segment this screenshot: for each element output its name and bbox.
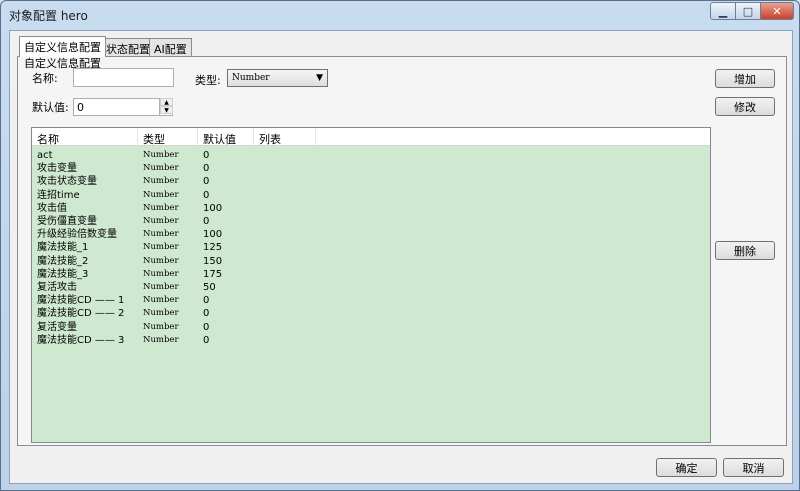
list-item[interactable]: 魔法技能CD —— 2 Number 0 [32,307,710,320]
close-icon[interactable]: ✕ [760,2,794,20]
cell-type: Number [143,268,179,279]
cell-name: act [37,150,53,161]
cell-default: 125 [203,242,223,254]
cell-default: 150 [203,255,223,267]
cell-type: Number [143,216,179,226]
cell-default: 0 [203,163,210,175]
list-item[interactable]: 攻击值 Number 100 [32,202,710,215]
cell-default: 100 [203,229,223,241]
spin-down-icon[interactable]: ▼ [160,106,173,114]
list-item[interactable]: 连招time Number 0 [32,189,710,202]
cell-type: Number [143,176,179,187]
maximize-icon[interactable]: □ [735,2,761,20]
tab-custom-info[interactable]: 自定义信息配置 [19,36,106,57]
default-value-spinner[interactable]: ▲ ▼ [159,98,173,115]
cell-type: Number [143,334,179,345]
cell-name: 魔法技能_1 [37,242,89,254]
cell-default: 0 [203,216,210,227]
type-label: 类型: [195,74,221,87]
cell-default: 0 [203,189,210,201]
cell-type: Number [143,255,179,266]
cell-default: 0 [203,150,210,161]
type-select[interactable]: Number ▼ [227,69,328,87]
dialog-client-area: 自定义信息配置 状态配置 AI配置 自定义信息配置 名称: 类型: Number… [9,30,793,484]
cell-default: 0 [203,334,210,346]
list-item[interactable]: 复活攻击 Number 50 [32,281,710,294]
cell-default: 100 [203,202,223,214]
column-header-list[interactable]: 列表 [254,128,316,146]
tab-ai[interactable]: AI配置 [149,38,192,56]
column-header-type[interactable]: 类型 [138,128,198,146]
list-item[interactable]: 攻击状态变量 Number 0 [32,175,710,188]
cell-name: 复活攻击 [37,282,77,293]
add-button[interactable]: 增加 [715,69,775,88]
tab-state[interactable]: 状态配置 [101,38,155,56]
variables-list[interactable]: 名称 类型 默认值 列表 act Number 0 攻击变量 Number 0 攻击状态变量… [31,127,711,443]
modify-button[interactable]: 修改 [715,97,775,116]
cell-name: 连招time [37,189,80,201]
cell-default: 50 [203,282,216,293]
list-item[interactable]: 复活变量 Number 0 [32,321,710,334]
column-header-default[interactable]: 默认值 [198,128,254,146]
list-item[interactable]: 攻击变量 Number 0 [32,162,710,175]
name-input[interactable] [73,68,174,87]
type-select-value: Number [232,73,270,83]
cell-name: 攻击值 [37,202,67,214]
ok-button[interactable]: 确定 [656,458,717,477]
cell-name: 魔法技能_2 [37,255,89,267]
list-item[interactable]: 升级经验倍数变量 Number 100 [32,228,710,241]
cell-name: 受伤僵直变量 [37,216,97,227]
cell-name: 攻击变量 [37,163,77,175]
cell-default: 0 [203,176,210,188]
cell-name: 升级经验倍数变量 [37,229,117,241]
cell-type: Number [143,282,179,292]
cell-default: 0 [203,295,210,307]
list-item[interactable]: act Number 0 [32,149,710,162]
list-item[interactable]: 魔法技能_1 Number 125 [32,241,710,254]
cell-name: 魔法技能CD —— 1 [37,295,125,307]
window-title: 对象配置 hero [9,9,88,23]
title-bar[interactable]: 对象配置 hero ▁ □ ✕ [1,1,799,29]
default-value-input[interactable] [73,98,173,116]
cell-name: 攻击状态变量 [37,176,97,188]
spin-up-icon[interactable]: ▲ [160,98,173,106]
cell-type: Number [143,242,179,253]
cell-type: Number [143,163,179,174]
cell-default: 0 [203,321,210,333]
config-dialog-window: 对象配置 hero ▁ □ ✕ 自定义信息配置 状态配置 AI配置 自定义信息配… [0,0,800,491]
name-label: 名称: [32,72,58,85]
minimize-icon[interactable]: ▁ [710,2,736,20]
cell-type: Number [143,321,179,332]
cell-name: 魔法技能_3 [37,268,89,280]
list-item[interactable]: 受伤僵直变量 Number 0 [32,215,710,228]
cell-name: 魔法技能CD —— 3 [37,334,125,346]
list-item[interactable]: 魔法技能_2 Number 150 [32,255,710,268]
cell-default: 0 [203,308,210,320]
column-header-name[interactable]: 名称 [32,128,138,146]
list-header: 名称 类型 默认值 列表 [32,128,710,146]
cancel-button[interactable]: 取消 [723,458,784,477]
cell-type: Number [143,229,179,240]
default-value-label: 默认值: [32,101,69,114]
cell-type: Number [143,202,179,213]
list-item[interactable]: 魔法技能_3 Number 175 [32,268,710,281]
cell-default: 175 [203,268,223,280]
cell-type: Number [143,189,179,200]
list-item[interactable]: 魔法技能CD —— 1 Number 0 [32,294,710,307]
list-item[interactable]: 魔法技能CD —— 3 Number 0 [32,334,710,347]
cell-type: Number [143,295,179,306]
cell-type: Number [143,150,179,160]
delete-button[interactable]: 删除 [715,241,775,260]
chevron-down-icon: ▼ [316,73,323,83]
cell-name: 复活变量 [37,321,77,333]
cell-type: Number [143,308,179,319]
cell-name: 魔法技能CD —— 2 [37,308,125,320]
